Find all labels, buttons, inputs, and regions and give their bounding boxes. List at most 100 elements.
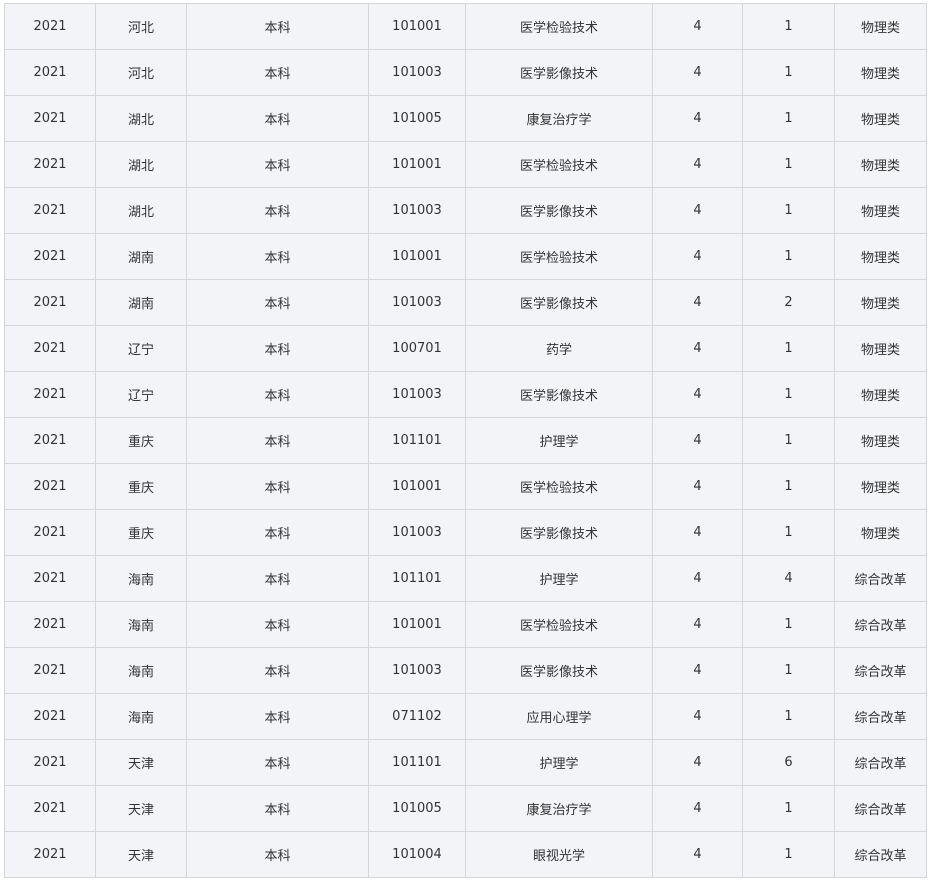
table-row: 2021 海南 本科 071102 应用心理学 4 1 综合改革 <box>4 693 927 740</box>
major-code-cell: 101101 <box>368 739 466 786</box>
quota-cell: 1 <box>742 325 835 372</box>
level-cell: 本科 <box>186 693 369 740</box>
table-row: 2021 辽宁 本科 101003 医学影像技术 4 1 物理类 <box>4 371 927 418</box>
duration-cell: 4 <box>652 325 743 372</box>
table-row: 2021 天津 本科 101005 康复治疗学 4 1 综合改革 <box>4 785 927 832</box>
year-cell: 2021 <box>4 187 96 234</box>
category-cell: 物理类 <box>834 187 927 234</box>
duration-cell: 4 <box>652 95 743 142</box>
major-name-cell: 医学影像技术 <box>465 279 653 326</box>
major-name-cell: 医学影像技术 <box>465 187 653 234</box>
year-cell: 2021 <box>4 509 96 556</box>
category-cell: 综合改革 <box>834 739 927 786</box>
table-row: 2021 湖南 本科 101001 医学检验技术 4 1 物理类 <box>4 233 927 280</box>
category-cell: 物理类 <box>834 233 927 280</box>
quota-cell: 1 <box>742 647 835 694</box>
province-cell: 重庆 <box>95 417 187 464</box>
province-cell: 海南 <box>95 693 187 740</box>
major-code-cell: 101003 <box>368 371 466 418</box>
table-row: 2021 海南 本科 101003 医学影像技术 4 1 综合改革 <box>4 647 927 694</box>
major-name-cell: 康复治疗学 <box>465 95 653 142</box>
table-row: 2021 海南 本科 101101 护理学 4 4 综合改革 <box>4 555 927 602</box>
year-cell: 2021 <box>4 95 96 142</box>
year-cell: 2021 <box>4 49 96 96</box>
category-cell: 综合改革 <box>834 601 927 648</box>
duration-cell: 4 <box>652 279 743 326</box>
category-cell: 物理类 <box>834 417 927 464</box>
category-cell: 物理类 <box>834 463 927 510</box>
table-row: 2021 湖北 本科 101005 康复治疗学 4 1 物理类 <box>4 95 927 142</box>
category-cell: 综合改革 <box>834 831 927 878</box>
year-cell: 2021 <box>4 371 96 418</box>
major-name-cell: 医学检验技术 <box>465 3 653 50</box>
province-cell: 辽宁 <box>95 325 187 372</box>
major-name-cell: 药学 <box>465 325 653 372</box>
province-cell: 海南 <box>95 647 187 694</box>
level-cell: 本科 <box>186 509 369 556</box>
major-code-cell: 071102 <box>368 693 466 740</box>
quota-cell: 1 <box>742 509 835 556</box>
category-cell: 物理类 <box>834 49 927 96</box>
quota-cell: 1 <box>742 3 835 50</box>
major-name-cell: 医学影像技术 <box>465 49 653 96</box>
province-cell: 海南 <box>95 601 187 648</box>
province-cell: 湖北 <box>95 141 187 188</box>
major-code-cell: 100701 <box>368 325 466 372</box>
quota-cell: 2 <box>742 279 835 326</box>
major-code-cell: 101005 <box>368 785 466 832</box>
major-code-cell: 101005 <box>368 95 466 142</box>
duration-cell: 4 <box>652 233 743 280</box>
province-cell: 湖南 <box>95 279 187 326</box>
table-row: 2021 天津 本科 101004 眼视光学 4 1 综合改革 <box>4 831 927 878</box>
duration-cell: 4 <box>652 555 743 602</box>
province-cell: 辽宁 <box>95 371 187 418</box>
level-cell: 本科 <box>186 555 369 602</box>
level-cell: 本科 <box>186 739 369 786</box>
duration-cell: 4 <box>652 463 743 510</box>
level-cell: 本科 <box>186 95 369 142</box>
level-cell: 本科 <box>186 49 369 96</box>
province-cell: 重庆 <box>95 509 187 556</box>
quota-cell: 1 <box>742 95 835 142</box>
quota-cell: 1 <box>742 187 835 234</box>
year-cell: 2021 <box>4 325 96 372</box>
major-name-cell: 医学影像技术 <box>465 509 653 556</box>
year-cell: 2021 <box>4 463 96 510</box>
category-cell: 综合改革 <box>834 785 927 832</box>
admissions-table: 2021 河北 本科 101001 医学检验技术 4 1 物理类 2021 河北 本科 101003 医… <box>4 3 927 878</box>
category-cell: 物理类 <box>834 371 927 418</box>
level-cell: 本科 <box>186 3 369 50</box>
major-name-cell: 医学检验技术 <box>465 601 653 648</box>
province-cell: 湖北 <box>95 187 187 234</box>
level-cell: 本科 <box>186 325 369 372</box>
duration-cell: 4 <box>652 371 743 418</box>
table-row: 2021 重庆 本科 101001 医学检验技术 4 1 物理类 <box>4 463 927 510</box>
table-row: 2021 辽宁 本科 100701 药学 4 1 物理类 <box>4 325 927 372</box>
level-cell: 本科 <box>186 233 369 280</box>
duration-cell: 4 <box>652 693 743 740</box>
year-cell: 2021 <box>4 417 96 464</box>
year-cell: 2021 <box>4 739 96 786</box>
major-code-cell: 101003 <box>368 49 466 96</box>
level-cell: 本科 <box>186 601 369 648</box>
major-name-cell: 护理学 <box>465 555 653 602</box>
quota-cell: 1 <box>742 141 835 188</box>
category-cell: 物理类 <box>834 279 927 326</box>
quota-cell: 1 <box>742 831 835 878</box>
major-name-cell: 护理学 <box>465 417 653 464</box>
year-cell: 2021 <box>4 693 96 740</box>
level-cell: 本科 <box>186 785 369 832</box>
major-code-cell: 101001 <box>368 601 466 648</box>
admissions-table-container: 2021 河北 本科 101001 医学检验技术 4 1 物理类 2021 河北 本科 101003 医… <box>4 3 927 878</box>
major-name-cell: 应用心理学 <box>465 693 653 740</box>
year-cell: 2021 <box>4 601 96 648</box>
year-cell: 2021 <box>4 279 96 326</box>
province-cell: 天津 <box>95 831 187 878</box>
table-row: 2021 湖北 本科 101001 医学检验技术 4 1 物理类 <box>4 141 927 188</box>
duration-cell: 4 <box>652 141 743 188</box>
quota-cell: 1 <box>742 463 835 510</box>
major-code-cell: 101004 <box>368 831 466 878</box>
category-cell: 物理类 <box>834 325 927 372</box>
table-row: 2021 海南 本科 101001 医学检验技术 4 1 综合改革 <box>4 601 927 648</box>
major-code-cell: 101101 <box>368 417 466 464</box>
